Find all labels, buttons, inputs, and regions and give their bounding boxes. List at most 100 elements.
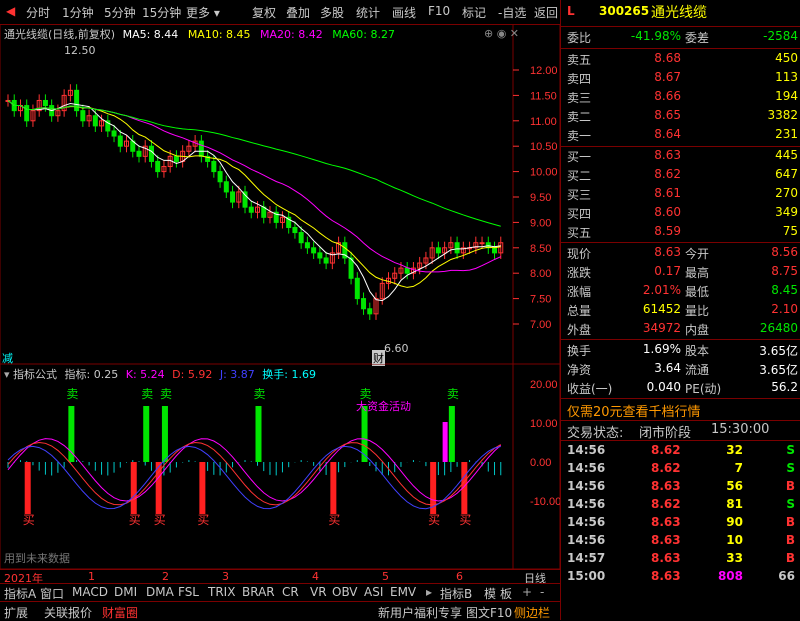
price-tick-label: 10.50 bbox=[530, 141, 558, 153]
sell-bar bbox=[161, 406, 168, 462]
indicator-tab-8[interactable]: CR bbox=[282, 585, 299, 599]
indicator-tabs: 指标A 窗口 MACD DMI DMA FSL TRIX BRAR CR VR OBV ASI EMV 指… bbox=[0, 583, 560, 602]
ask-price: 8.67 bbox=[654, 70, 681, 84]
toolbar-item-r3[interactable]: 统计 bbox=[356, 4, 380, 21]
toolbar-item-1[interactable]: 1分钟 bbox=[62, 4, 94, 21]
indicator-tab-12[interactable]: EMV bbox=[390, 585, 416, 599]
indicator-tab-9[interactable]: VR bbox=[310, 585, 327, 599]
candle-body bbox=[211, 160, 217, 173]
doc-link[interactable]: 图文F10 bbox=[466, 604, 512, 621]
candle-body bbox=[317, 252, 323, 259]
status-item-1[interactable]: 关联报价 bbox=[44, 604, 92, 621]
stat-row: 涨跌 0.17 最高 8.75 bbox=[561, 264, 800, 283]
tick-volume: 808 bbox=[717, 569, 743, 583]
bid-label: 买四 bbox=[567, 207, 592, 221]
tick-price: 8.62 bbox=[651, 461, 681, 475]
toolbar-item-r8[interactable]: 返回 bbox=[534, 4, 558, 21]
indicator-tick-label: 0.00 bbox=[530, 457, 551, 469]
candle-body bbox=[304, 242, 310, 249]
tick-row: 14:56 8.62 32 S bbox=[561, 443, 800, 462]
toolbar-item-4[interactable]: 更多 ▾ bbox=[186, 4, 220, 21]
bid-label: 买五 bbox=[567, 226, 592, 240]
indicator-tab-15[interactable]: 板 bbox=[500, 585, 512, 602]
month-label-1: 1 bbox=[88, 570, 95, 583]
tick-side: B bbox=[785, 533, 795, 547]
formula-label[interactable]: 指标公式 bbox=[13, 368, 57, 381]
tick-volume: 7 bbox=[734, 461, 743, 475]
bid-price: 8.60 bbox=[654, 205, 681, 219]
sell-label: 卖 bbox=[447, 387, 459, 401]
price-tick-label: 7.00 bbox=[530, 319, 551, 331]
low-price-label: 6.60 bbox=[384, 342, 409, 355]
indicator-tab-4[interactable]: DMA bbox=[146, 585, 174, 599]
bid-volume: 270 bbox=[775, 186, 798, 200]
stat2-value-2: 3.65亿 bbox=[759, 363, 798, 377]
buy-bar bbox=[130, 462, 137, 514]
kline-chart[interactable]: 12.00 11.50 11.00 10.50 10.00 9.50 9.00 8.50 8.0… bbox=[0, 23, 561, 366]
indicator-chart[interactable]: 20.0010.000.00-10.00卖卖卖卖卖卖卖买买买买买买买 ▾ 指标公… bbox=[0, 363, 577, 570]
tab-minus-icon[interactable]: - bbox=[540, 585, 544, 599]
toolbar-item-r4[interactable]: 画线 bbox=[392, 4, 416, 21]
indicator-tab-10[interactable]: OBV bbox=[332, 585, 358, 599]
promo-ad[interactable]: 仅需20元查看千档行情 bbox=[567, 401, 701, 420]
tab-scroll-icon[interactable]: ▸ bbox=[426, 585, 432, 599]
indicator-tab-14[interactable]: 模 bbox=[484, 585, 496, 602]
ma5-line bbox=[7, 100, 501, 302]
trade-state: 闭市阶段 bbox=[639, 426, 692, 441]
side-panel-link[interactable]: 侧边栏 bbox=[514, 604, 550, 621]
indicator-tab-0[interactable]: 指标A bbox=[4, 585, 36, 602]
indicator-tab-13[interactable]: 指标B bbox=[440, 585, 472, 602]
toolbar-item-r2[interactable]: 多股 bbox=[320, 4, 344, 21]
sell-bar bbox=[448, 406, 455, 462]
indicator-tab-6[interactable]: TRIX bbox=[208, 585, 235, 599]
price-tick-label: 11.50 bbox=[530, 90, 557, 102]
toolbar-item-r1[interactable]: 叠加 bbox=[286, 4, 310, 21]
candle-body bbox=[404, 267, 410, 274]
month-label-6: 6 bbox=[456, 570, 463, 583]
toolbar-item-r7[interactable]: -自选 bbox=[498, 4, 526, 21]
tick-row: 14:56 8.63 10 B bbox=[561, 533, 800, 552]
candle-body bbox=[361, 298, 367, 310]
candle-body bbox=[148, 145, 154, 162]
candle-body bbox=[42, 99, 48, 107]
toolbar-item-0[interactable]: 分时 bbox=[26, 4, 50, 21]
bid-label: 买二 bbox=[567, 169, 592, 183]
stat2-row: 收益(一) 0.040 PE(动) 56.2 bbox=[561, 380, 800, 399]
indicator-tab-7[interactable]: BRAR bbox=[242, 585, 275, 599]
stat2-value-2: 56.2 bbox=[771, 380, 798, 394]
promo-link[interactable]: 新用户福利专享 bbox=[378, 604, 462, 621]
ask-volume: 194 bbox=[775, 89, 798, 103]
toolbar-item-r6[interactable]: 标记 bbox=[462, 4, 486, 21]
indicator-tab-3[interactable]: DMI bbox=[114, 585, 137, 599]
stat2-value: 1.69% bbox=[642, 342, 681, 356]
sell-label: 卖 bbox=[66, 387, 78, 401]
toolbar-back-icon[interactable]: ◀ bbox=[6, 4, 15, 18]
collapse-icon[interactable]: ▾ bbox=[4, 368, 10, 381]
toolbar-item-3[interactable]: 15分钟 bbox=[142, 4, 181, 21]
stat-label: 外盘 bbox=[567, 323, 592, 337]
buy-bar bbox=[330, 462, 337, 514]
tab-add-icon[interactable]: + bbox=[522, 585, 532, 599]
bid-price: 8.62 bbox=[654, 167, 681, 181]
status-item-0[interactable]: 扩展 bbox=[4, 604, 28, 621]
buy-label: 买 bbox=[328, 513, 340, 527]
indicator-tab-11[interactable]: ASI bbox=[364, 585, 383, 599]
toolbar-item-r0[interactable]: 复权 bbox=[252, 4, 276, 21]
toolbar-item-r5[interactable]: F10 bbox=[428, 4, 450, 18]
candle-body bbox=[230, 191, 236, 203]
indicator-tab-5[interactable]: FSL bbox=[178, 585, 199, 599]
stat-label: 现价 bbox=[567, 247, 592, 261]
indicator-tab-2[interactable]: MACD bbox=[72, 585, 108, 599]
candle-body bbox=[111, 130, 117, 137]
ask-label: 卖三 bbox=[567, 91, 592, 105]
month-label-2: 2 bbox=[162, 570, 169, 583]
status-item-2[interactable]: 财富圈 bbox=[102, 604, 138, 621]
chart-settings-icon[interactable]: ⊕ ◉ ✕ bbox=[484, 27, 519, 40]
stat-label-2: 最低 bbox=[685, 285, 710, 299]
ask-price: 8.66 bbox=[654, 89, 681, 103]
ask-label: 卖四 bbox=[567, 72, 592, 86]
indicator-tab-1[interactable]: 窗口 bbox=[40, 585, 64, 602]
ask-row: 卖五 8.68 450 bbox=[561, 51, 800, 70]
tick-volume: 32 bbox=[726, 443, 743, 457]
toolbar-item-2[interactable]: 5分钟 bbox=[104, 4, 136, 21]
